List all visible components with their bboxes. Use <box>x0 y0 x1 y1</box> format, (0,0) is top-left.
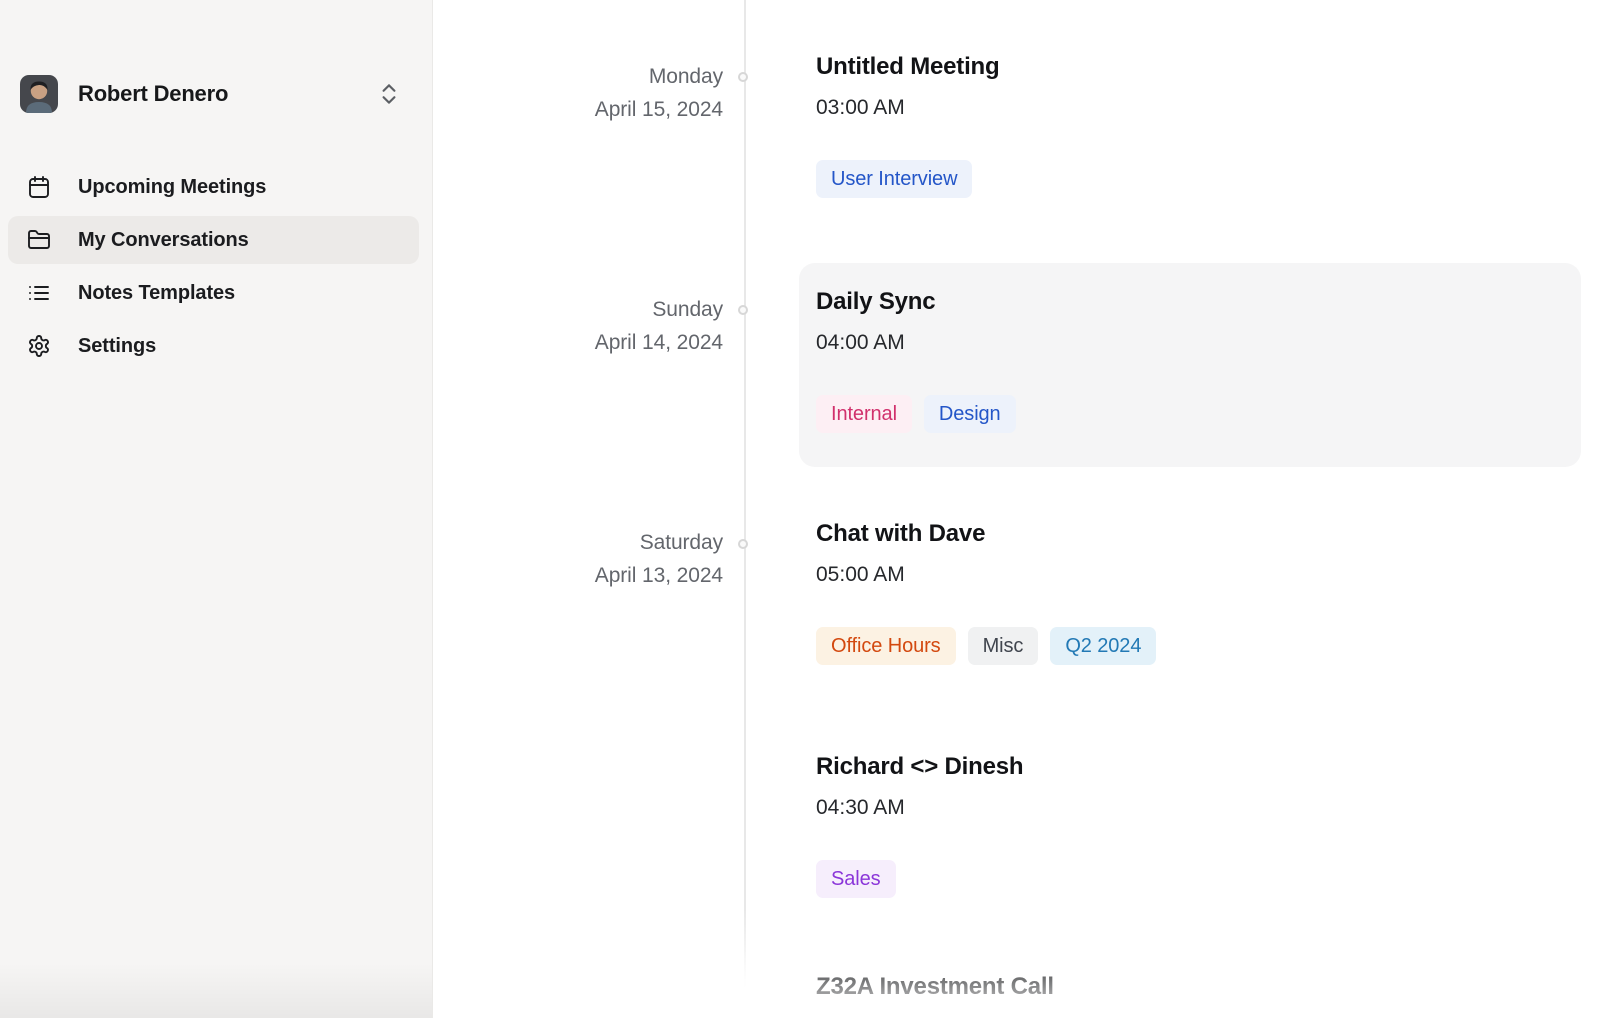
avatar <box>20 75 58 113</box>
meeting-title: Daily Sync <box>816 287 1016 317</box>
meeting-tag[interactable]: Misc <box>968 627 1039 665</box>
meeting-entry[interactable]: Untitled Meeting 03:00 AM User Interview <box>816 52 999 198</box>
meeting-time: 03:00 AM <box>816 95 999 121</box>
meeting-title: Richard <> Dinesh <box>816 752 1023 782</box>
meeting-tags: Office Hours Misc Q2 2024 <box>816 627 1156 665</box>
day-label: Saturday <box>434 526 723 559</box>
sidebar-item-settings[interactable]: Settings <box>8 322 419 370</box>
meeting-time: 04:30 AM <box>816 795 1023 821</box>
date-label: April 14, 2024 <box>434 326 723 359</box>
day-label: Monday <box>434 60 723 93</box>
timeline-dot <box>738 72 748 82</box>
sidebar-item-my-conversations[interactable]: My Conversations <box>8 216 419 264</box>
meeting-tags: User Interview <box>816 160 999 198</box>
date-group-label: Monday April 15, 2024 <box>434 60 723 126</box>
date-label: April 15, 2024 <box>434 93 723 126</box>
profile-switcher[interactable]: Robert Denero <box>20 74 416 114</box>
date-label: April 13, 2024 <box>434 559 723 592</box>
date-group-label: Sunday April 14, 2024 <box>434 293 723 359</box>
meeting-tag[interactable]: Office Hours <box>816 627 956 665</box>
gear-icon <box>27 334 51 358</box>
meeting-entry[interactable]: Z32A Investment Call <box>816 972 1054 1002</box>
sidebar-item-label: Settings <box>78 335 156 358</box>
sidebar: Robert Denero Upcoming Meetings <box>0 0 433 1018</box>
date-group-label: Saturday April 13, 2024 <box>434 526 723 592</box>
meeting-entry[interactable]: Richard <> Dinesh 04:30 AM Sales <box>816 752 1023 898</box>
sidebar-item-label: My Conversations <box>78 229 249 252</box>
sidebar-item-upcoming-meetings[interactable]: Upcoming Meetings <box>8 163 419 211</box>
meeting-tags: Sales <box>816 860 1023 898</box>
folder-icon <box>27 228 51 252</box>
meeting-tag[interactable]: Design <box>924 395 1016 433</box>
meeting-title: Z32A Investment Call <box>816 972 1054 1002</box>
conversations-timeline: Monday April 15, 2024 Sunday April 14, 2… <box>434 0 1600 1018</box>
meeting-tag[interactable]: User Interview <box>816 160 972 198</box>
meeting-time: 04:00 AM <box>816 330 1016 356</box>
sidebar-nav: Upcoming Meetings My Conversations Notes… <box>8 163 419 375</box>
meetings-app: Robert Denero Upcoming Meetings <box>0 0 1600 1018</box>
sidebar-item-label: Notes Templates <box>78 282 235 305</box>
calendar-icon <box>27 175 51 199</box>
timeline-line <box>744 0 746 988</box>
profile-name: Robert Denero <box>78 81 376 107</box>
meeting-entry-highlighted[interactable]: Daily Sync 04:00 AM Internal Design <box>799 263 1581 467</box>
day-label: Sunday <box>434 293 723 326</box>
meeting-tag[interactable]: Sales <box>816 860 896 898</box>
timeline-dot <box>738 305 748 315</box>
meeting-title: Untitled Meeting <box>816 52 999 82</box>
sidebar-item-label: Upcoming Meetings <box>78 176 266 199</box>
sidebar-item-notes-templates[interactable]: Notes Templates <box>8 269 419 317</box>
meeting-tag[interactable]: Internal <box>816 395 912 433</box>
meeting-entry[interactable]: Daily Sync 04:00 AM Internal Design <box>816 287 1016 433</box>
list-icon <box>27 281 51 305</box>
meeting-entry[interactable]: Chat with Dave 05:00 AM Office Hours Mis… <box>816 519 1156 665</box>
chevron-updown-icon <box>376 81 402 107</box>
meeting-tags: Internal Design <box>816 395 1016 433</box>
meeting-title: Chat with Dave <box>816 519 1156 549</box>
timeline-dot <box>738 539 748 549</box>
meeting-tag[interactable]: Q2 2024 <box>1050 627 1156 665</box>
meeting-time: 05:00 AM <box>816 562 1156 588</box>
